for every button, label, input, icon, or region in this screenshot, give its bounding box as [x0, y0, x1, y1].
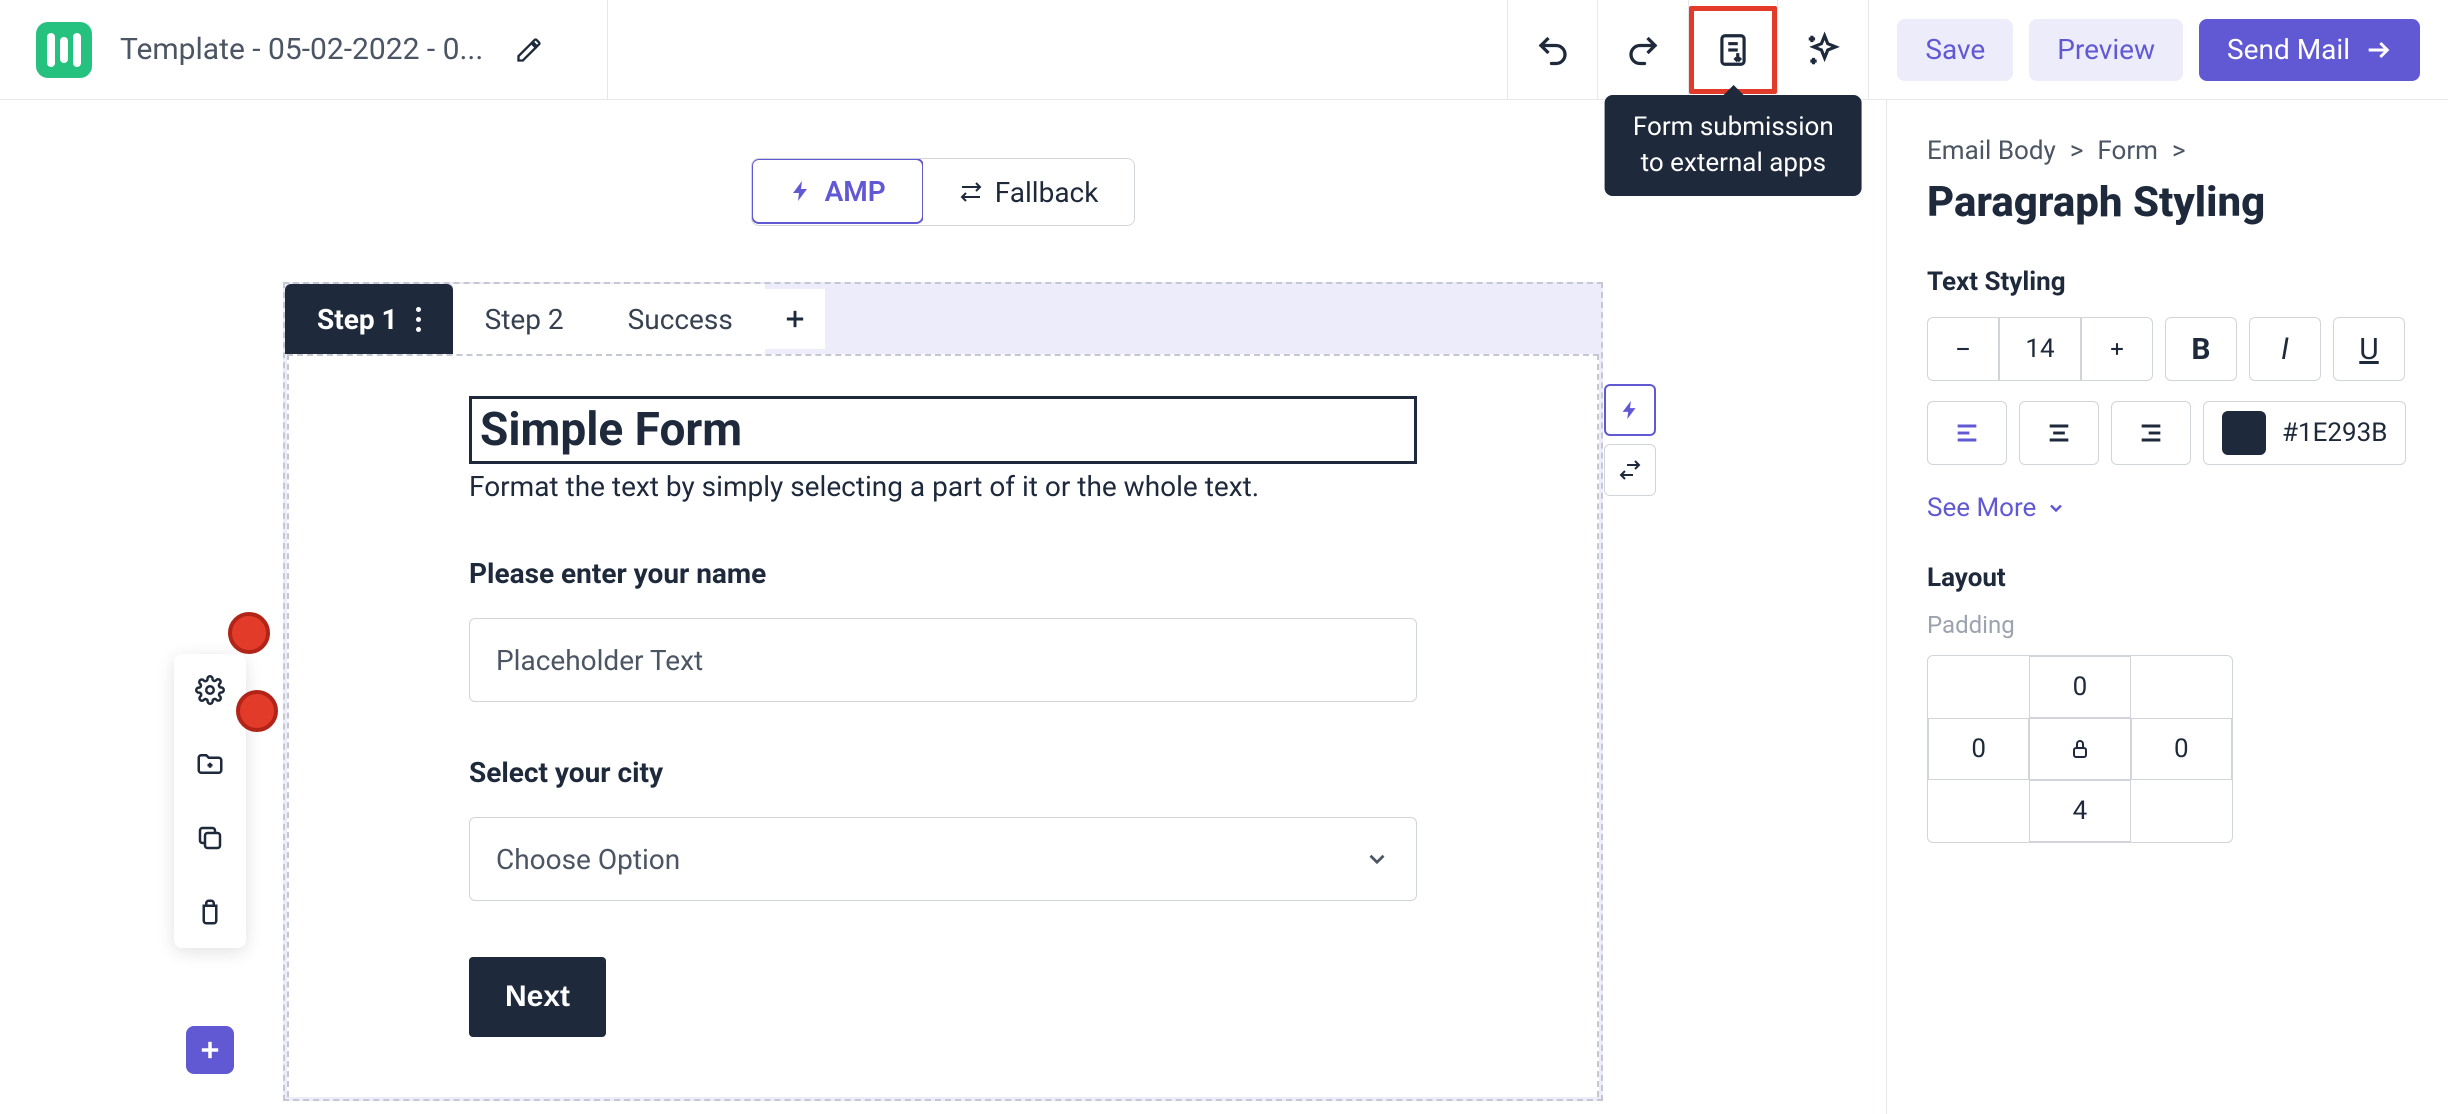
edit-title-icon[interactable] [515, 36, 543, 64]
undo-button[interactable] [1508, 0, 1598, 99]
decrease-font-button[interactable] [1927, 317, 1999, 381]
tab-step2[interactable]: Step 2 [453, 284, 596, 354]
element-tools [174, 654, 246, 948]
form-container[interactable]: Step 1 Step 2 Success Simple Form Format… [283, 282, 1603, 1101]
topbar: Template - 05-02-2022 - 0... Form submis… [0, 0, 2448, 100]
panel-title: Paragraph Styling [1927, 178, 2408, 227]
see-more-link[interactable]: See More [1927, 493, 2408, 523]
form-submission-button[interactable]: Form submission to external apps [1688, 0, 1778, 99]
top-buttons: Save Preview Send Mail [1868, 0, 2448, 99]
settings-tool[interactable] [182, 666, 238, 714]
form-title-box[interactable]: Simple Form [469, 396, 1417, 464]
top-left: Template - 05-02-2022 - 0... [0, 0, 608, 99]
font-size-stepper[interactable]: 14 [1927, 317, 2153, 381]
align-center-button[interactable] [2019, 401, 2099, 465]
align-right-button[interactable] [2111, 401, 2191, 465]
form-content: Simple Form Format the text by simply se… [287, 354, 1599, 1097]
view-toggle: AMP Fallback [751, 158, 1136, 226]
color-value: #1E293B [2282, 418, 2387, 448]
padding-lock[interactable] [2029, 718, 2130, 780]
padding-left[interactable]: 0 [1928, 718, 2029, 780]
canvas-area: AMP Fallback Step 1 Step 2 Success [0, 100, 1886, 1114]
tab-menu-icon[interactable] [416, 307, 421, 332]
font-size-value[interactable]: 14 [1999, 317, 2081, 381]
text-styling-label: Text Styling [1927, 267, 2408, 297]
chevron-down-icon [1364, 846, 1390, 872]
swap-action[interactable] [1604, 444, 1656, 496]
city-label: Select your city [469, 756, 1417, 789]
underline-button[interactable]: U [2333, 317, 2405, 381]
padding-label: Padding [1927, 611, 2408, 639]
top-icons: Form submission to external apps [1507, 0, 1868, 99]
name-input[interactable]: Placeholder Text [469, 618, 1417, 702]
properties-panel: Email Body > Form > Paragraph Styling Te… [1886, 100, 2448, 1114]
name-label: Please enter your name [469, 557, 1417, 590]
add-tab-button[interactable] [765, 289, 825, 349]
form-tabs: Step 1 Step 2 Success [285, 284, 1601, 354]
form-description[interactable]: Format the text by simply selecting a pa… [469, 470, 1417, 503]
folder-tool[interactable] [182, 740, 238, 788]
city-select[interactable]: Choose Option [469, 817, 1417, 901]
send-mail-button[interactable]: Send Mail [2199, 19, 2420, 81]
crumb-form[interactable]: Form [2097, 136, 2158, 166]
indicator-dot [228, 612, 270, 654]
padding-control[interactable]: 0 0 0 4 [1927, 655, 2233, 843]
redo-button[interactable] [1598, 0, 1688, 99]
bolt-action[interactable] [1604, 384, 1656, 436]
indicator-dot [236, 690, 278, 732]
color-swatch [2222, 411, 2266, 455]
breadcrumb: Email Body > Form > [1927, 136, 2408, 166]
padding-top[interactable]: 0 [2029, 656, 2130, 718]
tab-success[interactable]: Success [596, 284, 765, 354]
copy-tool[interactable] [182, 814, 238, 862]
padding-bottom[interactable]: 4 [2029, 780, 2130, 842]
magic-button[interactable] [1778, 0, 1868, 99]
fallback-toggle[interactable]: Fallback [923, 159, 1135, 225]
save-button[interactable]: Save [1897, 19, 2013, 81]
italic-button[interactable]: I [2249, 317, 2321, 381]
next-button[interactable]: Next [469, 957, 606, 1037]
text-color-control[interactable]: #1E293B [2203, 401, 2406, 465]
delete-tool[interactable] [182, 888, 238, 936]
padding-right[interactable]: 0 [2131, 718, 2232, 780]
layout-label: Layout [1927, 563, 2408, 593]
amp-toggle[interactable]: AMP [751, 158, 924, 224]
crumb-email-body[interactable]: Email Body [1927, 136, 2056, 166]
align-left-button[interactable] [1927, 401, 2007, 465]
increase-font-button[interactable] [2081, 317, 2153, 381]
tab-step1[interactable]: Step 1 [285, 284, 453, 354]
form-title: Simple Form [480, 403, 1406, 457]
bold-button[interactable]: B [2165, 317, 2237, 381]
template-title: Template - 05-02-2022 - 0... [120, 32, 483, 67]
logo [36, 22, 92, 78]
preview-button[interactable]: Preview [2029, 19, 2183, 81]
add-block-button[interactable] [186, 1026, 234, 1074]
chevron-down-icon [2046, 498, 2066, 518]
